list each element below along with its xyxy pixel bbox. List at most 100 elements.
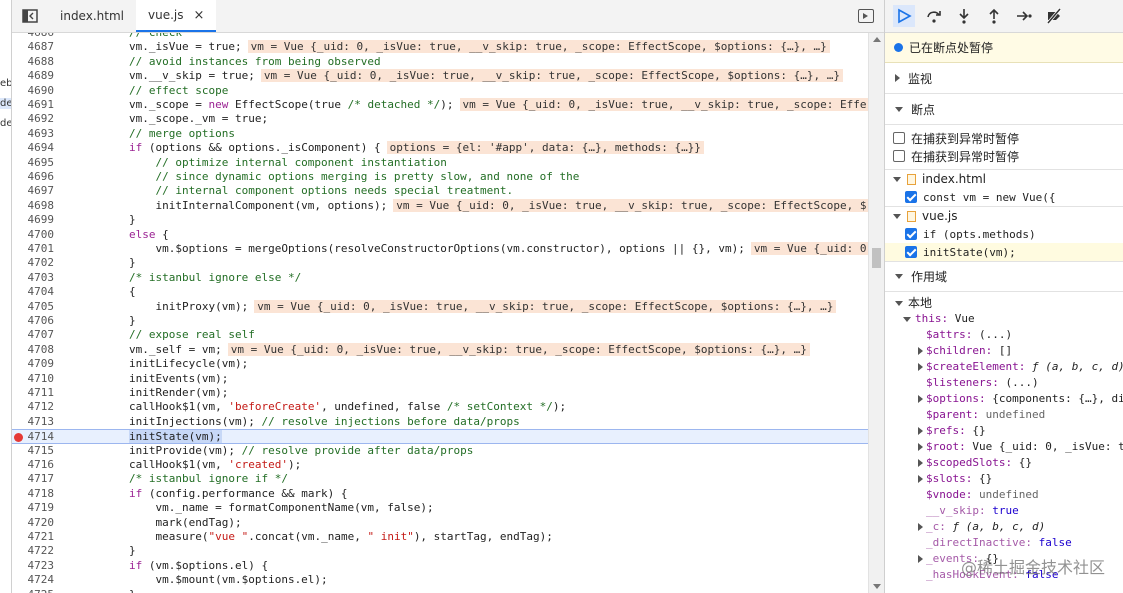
step-over-button[interactable] — [923, 5, 945, 27]
editor-scrollbar[interactable] — [868, 33, 884, 593]
scope-property-row[interactable]: _directInactive: false — [895, 535, 1123, 551]
code-line[interactable]: 4710 initEvents(vm); — [12, 372, 868, 386]
code-line[interactable]: 4724 vm.$mount(vm.$options.el); — [12, 573, 868, 587]
code-line[interactable]: 4689 vm.__v_skip = true; vm = Vue {_uid: 0… — [12, 69, 868, 83]
line-number[interactable]: 4694 — [12, 141, 55, 155]
line-number[interactable]: 4705 — [12, 300, 55, 314]
line-number[interactable]: 4721 — [12, 530, 55, 544]
line-number[interactable]: 4689 — [12, 69, 55, 83]
scope-property-row[interactable]: $scopedSlots: {} — [895, 455, 1123, 471]
scope-property-row[interactable]: $children: [] — [895, 343, 1123, 359]
step-into-button[interactable] — [953, 5, 975, 27]
breakpoint-checkbox[interactable] — [905, 228, 917, 240]
code-line[interactable]: 4725} — [12, 588, 868, 593]
line-number[interactable]: 4690 — [12, 84, 55, 98]
line-number[interactable]: 4716 — [12, 458, 55, 472]
code-line[interactable]: 4698 initInternalComponent(vm, options);… — [12, 198, 868, 213]
line-number[interactable]: 4724 — [12, 573, 55, 587]
scope-property-row[interactable]: $refs: {} — [895, 423, 1123, 439]
scope-property-row[interactable]: $listeners: (...) — [895, 375, 1123, 391]
scroll-up-icon[interactable] — [873, 37, 881, 42]
code-line[interactable]: 4687 vm._isVue = true; vm = Vue {_uid: 0, … — [12, 40, 868, 54]
code-line[interactable]: 4695 // optimize internal component inst… — [12, 156, 868, 170]
code-line[interactable]: 4690 // effect scope — [12, 84, 868, 98]
breakpoint-file-row[interactable]: vue.js — [885, 206, 1123, 225]
code-line[interactable]: 4691 vm._scope = new EffectScope(true /* … — [12, 98, 868, 112]
code-line[interactable]: 4720 mark(endTag); — [12, 516, 868, 530]
line-number[interactable]: 4718 — [12, 487, 55, 501]
code-line[interactable]: 4708 vm._self = vm; vm = Vue {_uid: 0, _is… — [12, 342, 868, 357]
tab-vue-js[interactable]: vue.js × — [135, 0, 217, 32]
line-number[interactable]: 4711 — [12, 386, 55, 400]
line-number[interactable]: 4691 — [12, 98, 55, 112]
close-icon[interactable]: × — [193, 8, 204, 23]
scope-property-row[interactable]: $parent: undefined — [895, 407, 1123, 423]
line-number[interactable]: 4695 — [12, 156, 55, 170]
breakpoints-section-header[interactable]: 断点 — [885, 94, 1123, 125]
line-number[interactable]: 4713 — [12, 415, 55, 429]
code-line[interactable]: 4716 callHook$1(vm, 'created'); — [12, 458, 868, 472]
line-number[interactable]: 4706 — [12, 314, 55, 328]
code-line[interactable]: 4714 initState(vm); — [12, 429, 868, 444]
code-line[interactable]: 4702} — [12, 256, 868, 270]
code-line[interactable]: 4711 initRender(vm); — [12, 386, 868, 400]
scope-property-row[interactable]: $slots: {} — [895, 471, 1123, 487]
code-line[interactable]: 4699} — [12, 213, 868, 227]
line-number[interactable]: 4725 — [12, 588, 55, 593]
breakpoint-checkbox[interactable] — [905, 191, 917, 203]
scope-property-row[interactable]: $attrs: (...) — [895, 327, 1123, 343]
line-number[interactable]: 4699 — [12, 213, 55, 227]
tab-index-html[interactable]: index.html — [48, 0, 136, 32]
code-line[interactable]: 4686 // check — [12, 33, 868, 40]
line-number[interactable]: 4722 — [12, 544, 55, 558]
line-number[interactable]: 4719 — [12, 501, 55, 515]
line-number[interactable]: 4687 — [12, 40, 55, 54]
step-out-button[interactable] — [983, 5, 1005, 27]
code-line[interactable]: 4692 vm._scope._vm = true; — [12, 112, 868, 126]
local-scope-row[interactable]: 本地 — [895, 295, 1123, 311]
code-line[interactable]: 4721 measure("vue ".concat(vm._name, " i… — [12, 530, 868, 544]
line-number[interactable]: 4709 — [12, 357, 55, 371]
line-number[interactable]: 4710 — [12, 372, 55, 386]
code-line[interactable]: 4717 /* istanbul ignore if */ — [12, 472, 868, 486]
breakpoint-item[interactable]: const vm = new Vue({ — [885, 188, 1123, 206]
code-line[interactable]: 4694 if (options && options._isComponent)… — [12, 141, 868, 155]
line-number[interactable]: 4707 — [12, 328, 55, 342]
deactivate-breakpoints-button[interactable] — [1043, 5, 1065, 27]
code-line[interactable]: 4696 // since dynamic options merging is… — [12, 170, 868, 184]
this-row[interactable]: this: Vue — [895, 311, 1123, 327]
pause-caught-option[interactable]: 在捕获到异常时暂停 — [893, 147, 1123, 165]
scope-property-row[interactable]: $vnode: undefined — [895, 487, 1123, 503]
code-line[interactable]: 4709 initLifecycle(vm); — [12, 357, 868, 371]
line-number[interactable]: 4697 — [12, 184, 55, 198]
code-line[interactable]: 4688 // avoid instances from being observ… — [12, 55, 868, 69]
toggle-navigator-button[interactable] — [12, 0, 48, 32]
line-number[interactable]: 4696 — [12, 170, 55, 184]
scope-section-header[interactable]: 作用域 — [885, 261, 1123, 292]
code-line[interactable]: 4712 callHook$1(vm, 'beforeCreate', undef… — [12, 400, 868, 414]
pause-uncaught-option[interactable]: 在捕获到异常时暂停 — [893, 129, 1123, 147]
checkbox[interactable] — [893, 150, 905, 162]
code-line[interactable]: 4701 vm.$options = mergeOptions(resolveC… — [12, 242, 868, 256]
line-number[interactable]: 4720 — [12, 516, 55, 530]
code-line[interactable]: 4707 // expose real self — [12, 328, 868, 342]
breakpoint-item[interactable]: initState(vm); — [885, 243, 1123, 261]
checkbox[interactable] — [893, 132, 905, 144]
left-fragment[interactable]: de — [0, 98, 11, 109]
code-line[interactable]: 4693 // merge options — [12, 127, 868, 141]
line-number[interactable]: 4703 — [12, 271, 55, 285]
line-number[interactable]: 4688 — [12, 55, 55, 69]
code-line[interactable]: 4700 else { — [12, 228, 868, 242]
scroll-thumb[interactable] — [872, 248, 881, 268]
code-line[interactable]: 4705 initProxy(vm); vm = Vue {_uid: 0, _i… — [12, 299, 868, 314]
code-line[interactable]: 4723 if (vm.$options.el) { — [12, 559, 868, 573]
code-line[interactable]: 4706} — [12, 314, 868, 328]
code-area[interactable]: 4686 // check 4687 vm._isVue = true; vm = Vu… — [12, 33, 868, 593]
code-line[interactable]: 4718 if (config.performance && mark) { — [12, 487, 868, 501]
line-number[interactable]: 4708 — [12, 343, 55, 357]
scope-property-row[interactable]: $options: {components: {…}, di — [895, 391, 1123, 407]
breakpoint-file-row[interactable]: index.html — [885, 169, 1123, 188]
line-number[interactable]: 4693 — [12, 127, 55, 141]
line-number[interactable]: 4700 — [12, 228, 55, 242]
line-number[interactable]: 4712 — [12, 400, 55, 414]
